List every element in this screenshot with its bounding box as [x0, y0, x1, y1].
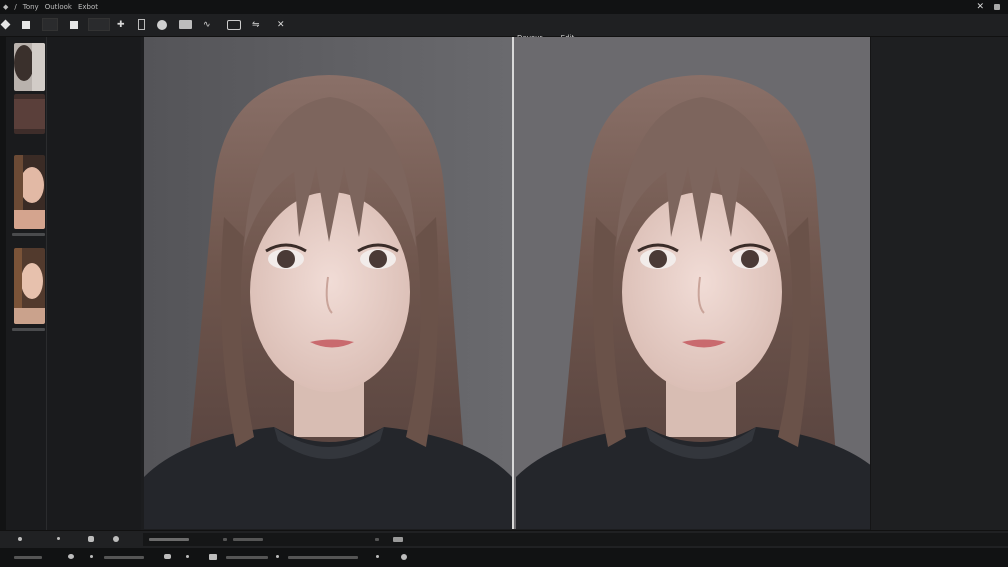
display-icon[interactable]	[227, 18, 241, 31]
sidebar-edge	[0, 37, 6, 530]
window-control-icon[interactable]	[994, 4, 1000, 10]
timeline-dot-icon[interactable]	[57, 537, 60, 540]
wave-icon[interactable]: ∿	[203, 18, 211, 31]
settings-icon[interactable]	[68, 554, 74, 559]
right-panel	[870, 37, 1008, 530]
status-text	[288, 556, 358, 559]
folder-icon[interactable]	[209, 554, 217, 560]
portrait-comparison-image	[144, 37, 870, 529]
compare-icon[interactable]: ⇋	[252, 18, 260, 31]
thumbnail-2-image	[14, 94, 45, 134]
timeline-label	[233, 538, 263, 541]
thumbnail-3[interactable]	[14, 155, 45, 229]
settings-icon[interactable]	[401, 554, 407, 560]
thumbnail-2[interactable]	[14, 94, 45, 134]
arrow-icon[interactable]	[0, 18, 11, 31]
status-text	[14, 556, 42, 559]
timeline-marker-icon[interactable]	[18, 537, 22, 541]
menu-item-exbot[interactable]: Exbot	[78, 3, 98, 11]
timeline-strip	[0, 530, 1008, 549]
plus-icon[interactable]: ✚	[117, 18, 125, 31]
frame-icon[interactable]	[138, 18, 145, 31]
comparison-divider-handle[interactable]	[512, 37, 514, 529]
menu-item-tony[interactable]: Tony	[23, 3, 39, 11]
status-dot-icon	[276, 555, 279, 558]
status-dot-icon	[90, 555, 93, 558]
thumbnail-4-image	[14, 248, 45, 324]
image-canvas[interactable]	[144, 37, 870, 529]
status-dot-icon	[186, 555, 189, 558]
folder-icon[interactable]	[393, 537, 403, 542]
grid-icon[interactable]	[42, 18, 58, 31]
timeline-tick	[375, 538, 379, 541]
arrow-small-icon: /	[14, 3, 17, 11]
thumbnail-1[interactable]	[14, 43, 45, 91]
status-text	[104, 556, 144, 559]
filmstrip-sidebar	[0, 37, 141, 530]
status-bar	[0, 548, 1008, 567]
status-text	[226, 556, 268, 559]
app-logo-icon: ◆	[3, 3, 9, 11]
status-dot-icon	[376, 555, 379, 558]
menu-bar: ◆ / Tony Outlook Exbot ✕	[0, 0, 1008, 14]
timeline-tick	[223, 538, 227, 541]
thumbnail-4[interactable]	[14, 248, 45, 324]
timeline-range[interactable]	[149, 538, 189, 541]
folder-icon[interactable]	[179, 18, 192, 31]
close-icon[interactable]: ✕	[976, 2, 984, 12]
thumbnail-3-caption	[12, 233, 45, 236]
square-icon[interactable]	[70, 18, 78, 31]
thumbnail-3-image	[14, 155, 45, 229]
thumbnail-1-image	[14, 43, 45, 91]
wrench-icon[interactable]: ✕	[277, 18, 285, 31]
menu-item-outlook[interactable]: Outlook	[45, 3, 72, 11]
crop-icon[interactable]	[22, 18, 30, 31]
cloud-icon[interactable]	[88, 536, 94, 542]
info-icon[interactable]	[113, 536, 119, 542]
circle-icon[interactable]	[157, 18, 167, 31]
timeline-track[interactable]	[143, 533, 1008, 546]
sidebar-separator	[46, 37, 47, 530]
toolbar: ✚ ∿ ⇋ ✕ Devour Edit	[0, 14, 1008, 42]
color-swatch[interactable]	[88, 18, 110, 31]
chat-icon[interactable]	[164, 554, 171, 559]
thumbnail-4-caption	[12, 328, 45, 331]
